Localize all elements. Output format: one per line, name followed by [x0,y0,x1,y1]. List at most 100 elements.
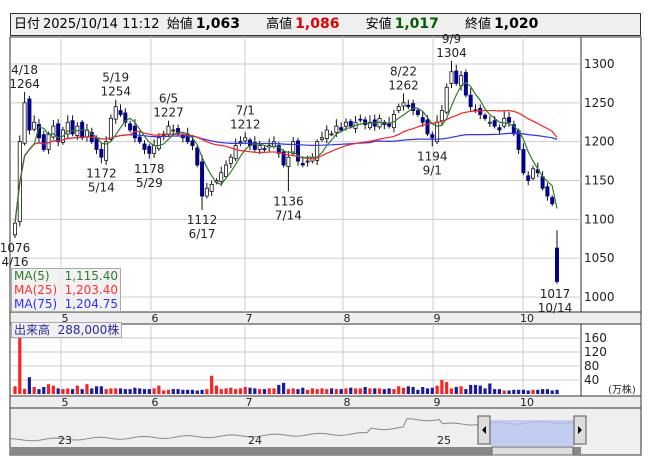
ma5-label: MA(5) [14,269,50,283]
candle-body [492,120,497,127]
ma-legend: MA(5) 1,115.40 MA(25) 1,203.40 MA(75) 1,204… [11,268,121,312]
volume-bar [152,388,156,394]
volume-bar [258,389,262,394]
volume-bar [521,389,526,394]
candle-body [487,121,492,124]
volume-bar [493,389,497,394]
candle-body [358,118,363,121]
price-tick-label: 1200 [584,135,615,149]
annotation-price: 1172 [86,166,117,180]
volume-bar [291,388,295,394]
volume-bar [166,389,171,394]
candle-body [128,123,133,131]
volume-bar [310,388,314,394]
volume-bar [459,386,463,394]
annotation-date: 5/14 [88,180,115,194]
annotation-date: 8/22 [390,65,417,79]
annotation-price: 1264 [9,77,40,91]
volume-bar [46,384,51,394]
candle-body [137,136,142,143]
candle-body [334,125,339,133]
annotation-price: 1254 [100,85,131,99]
volume-bar [205,389,209,394]
volume-bar [224,388,228,394]
volume-label: 出来高 [14,323,51,337]
candle-body [339,127,344,131]
candle-body [286,156,291,167]
annotation-date: 4/18 [11,63,38,77]
volume-bar [545,389,550,394]
volume-bar [51,385,55,394]
volume-bar [315,389,319,394]
volume-bar [512,389,516,394]
candle-body [550,197,555,205]
volume-bar [200,389,204,394]
scrollbar-thumb[interactable] [491,446,574,456]
candle-body [507,117,512,123]
volume-bar [142,389,147,394]
candle-body [32,121,37,130]
candle-body [401,102,406,107]
candle-body [305,160,310,163]
volume-bar [133,387,137,394]
volume-bar [478,385,482,394]
volume-bar [37,389,41,394]
volume-bar [353,388,358,394]
volume-bar [32,387,36,394]
volume-bar [555,389,559,394]
candle-body [406,104,411,108]
volume-bar [286,389,290,394]
volume-bar [238,388,243,394]
volume-legend: 出来高 288,000株 [11,322,123,338]
annotation-price: 1304 [436,46,467,60]
candle-body [99,149,104,158]
volume-tick-label: 80 [584,359,599,373]
annotation-date: 4/16 [2,255,29,269]
candle-body [329,133,334,136]
annotation-date: 7/1 [236,103,255,117]
annotation-price: 1212 [230,117,261,131]
volume-bar [445,382,449,394]
volume-bar [157,385,161,394]
candle-body [430,134,435,139]
volume-bar [469,384,473,394]
candle-body [166,125,171,136]
month-label: 10 [520,312,534,325]
candle-body [396,106,401,112]
volume-bar [397,386,401,394]
candle-body [195,147,200,166]
volume-bar [229,387,233,394]
volume-bar [262,389,267,394]
volume-bar [305,389,310,394]
candle-body [555,247,560,282]
candle-body [449,71,454,84]
volume-bar [531,389,535,394]
volume-bar [22,388,27,394]
volume-bar [128,389,132,394]
volume-bar [550,390,554,394]
volume-tick-label: 40 [584,373,599,387]
volume-bar [171,389,175,394]
candle-body [262,148,267,151]
price-tick-label: 1100 [584,212,615,226]
candle-body [233,145,238,160]
chart-canvas[interactable]: 5566778899101013001250120011501100105010… [0,0,653,470]
volume-bar [114,388,118,394]
ma75-value: 1,204.75 [64,297,118,311]
volume-month-label: 9 [434,396,441,409]
volume-bar [210,375,214,394]
candle-body [238,141,243,144]
annotation-price: 1178 [134,162,165,176]
stock-chart-widget: 日付 2025/10/14 11:12 始値 1,063 高値 1,086 安値 1,0… [0,0,653,470]
candle-body [22,102,27,144]
ma25-value: 1,203.40 [64,283,118,297]
volume-bar [75,385,79,394]
candle-body [147,145,152,154]
volume-month-label: 10 [520,396,534,409]
price-tick-label: 1300 [584,57,615,71]
volume-bar [195,390,199,394]
volume-bar [497,389,502,394]
volume-bar [56,388,60,394]
annotation-price: 1076 [0,241,30,255]
volume-bar [27,377,31,394]
